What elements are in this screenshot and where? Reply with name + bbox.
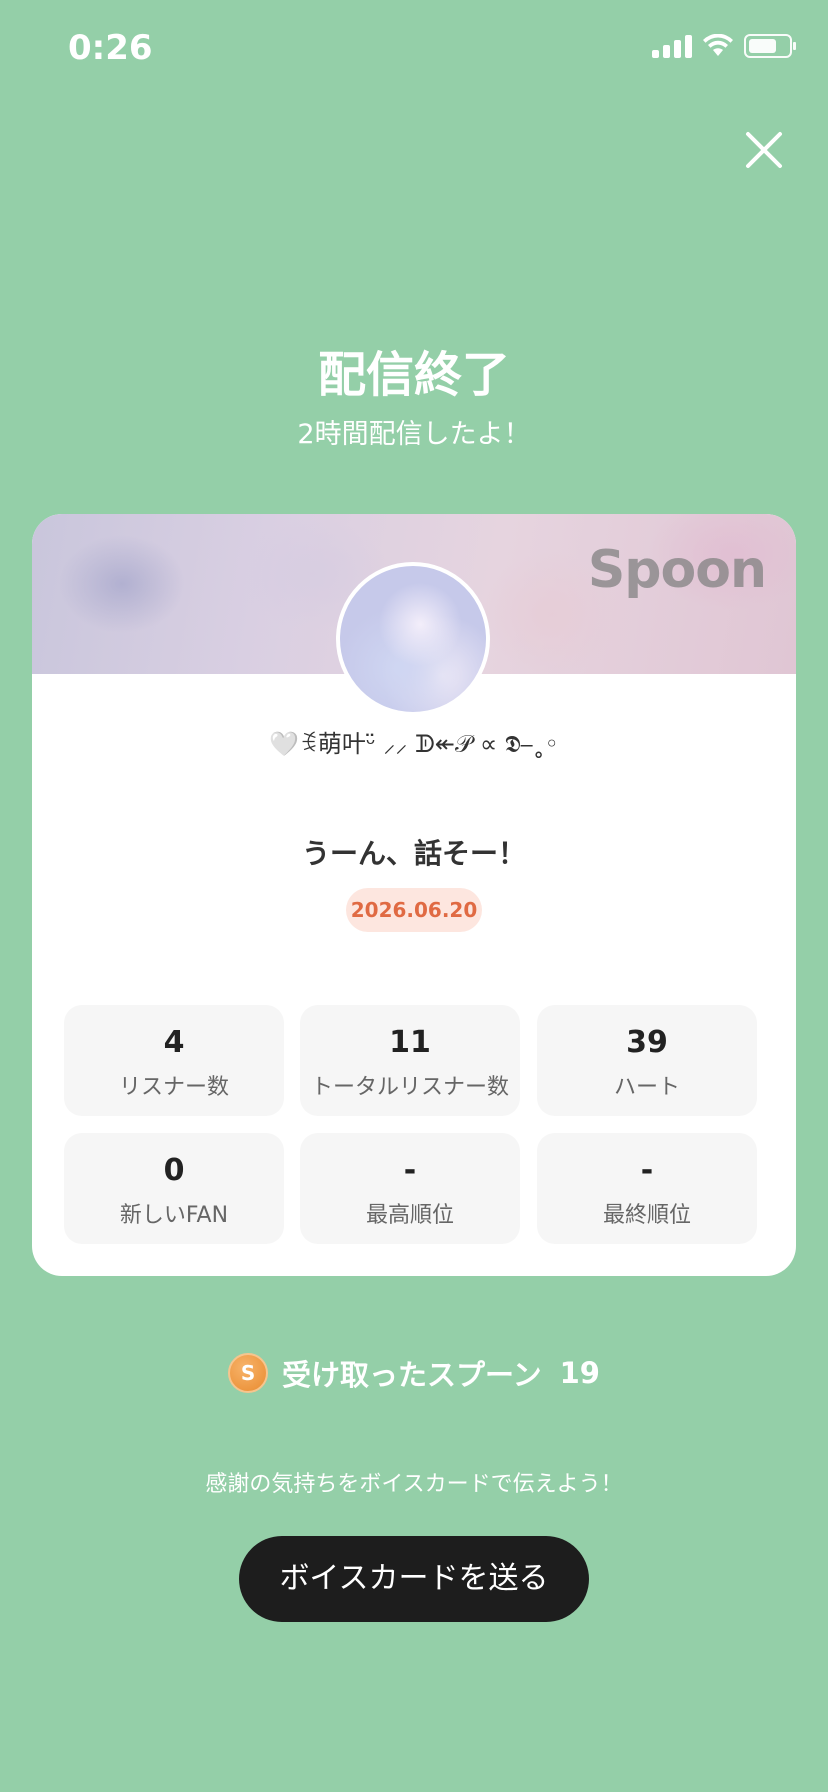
received-spoons-label: 受け取ったスプーン — [282, 1358, 542, 1392]
page-subtitle: 2時間配信したよ！ — [297, 419, 531, 450]
broadcast-title: うーん、話そー！ — [301, 837, 526, 870]
page-title: 配信終了 — [317, 347, 510, 403]
stat-label: ハート — [613, 1075, 680, 1100]
stat-value: 11 — [389, 1025, 431, 1060]
thanks-message: 感謝の気持ちをボイスカードで伝えよう！ — [205, 1472, 623, 1497]
send-voice-card-button[interactable]: ボイスカードを送る — [239, 1536, 589, 1622]
stat-value: - — [640, 1153, 654, 1188]
stat-label: リスナー数 — [118, 1075, 229, 1100]
stat-new-fans: 0 新しいFAN — [64, 1133, 284, 1244]
date-badge: 2026.06.20 — [346, 888, 482, 932]
username: 🤍ꉂ萌叶ᵕ̈ ⸝⸝ ᗫ↞𝒫 ∝ 𝕯⎯˳◦ — [269, 730, 559, 758]
wifi-icon — [703, 34, 733, 56]
status-icons — [652, 34, 796, 58]
stat-final-rank: - 最終順位 — [537, 1133, 757, 1244]
close-icon[interactable] — [740, 126, 788, 174]
stat-label: 最高順位 — [365, 1203, 454, 1228]
status-bar: 0:26 — [0, 0, 828, 100]
stat-value: 0 — [163, 1153, 185, 1188]
battery-icon — [744, 34, 796, 58]
stat-value: - — [403, 1153, 417, 1188]
stat-value: 39 — [626, 1025, 668, 1060]
spoon-coin-icon: S — [228, 1353, 269, 1393]
stat-label: 最終順位 — [602, 1203, 691, 1228]
stat-value: 4 — [163, 1025, 185, 1060]
battery-level — [749, 39, 777, 53]
received-spoons-count: 19 — [559, 1356, 600, 1390]
stat-listeners: 4 リスナー数 — [64, 1005, 284, 1116]
signal-icon — [652, 34, 692, 58]
stat-total-listeners: 11 トータルリスナー数 — [300, 1005, 520, 1116]
stat-highest-rank: - 最高順位 — [300, 1133, 520, 1244]
status-time: 0:26 — [68, 28, 153, 68]
avatar[interactable] — [336, 562, 490, 716]
spoon-logo: Spoon — [587, 540, 767, 600]
received-spoons: S 受け取ったスプーン 19 — [0, 1352, 828, 1394]
stat-label: 新しいFAN — [119, 1203, 229, 1228]
stat-label: トータルリスナー数 — [310, 1075, 509, 1100]
stat-hearts: 39 ハート — [537, 1005, 757, 1116]
broadcast-summary-card: Spoon 🤍ꉂ萌叶ᵕ̈ ⸝⸝ ᗫ↞𝒫 ∝ 𝕯⎯˳◦ うーん、話そー！ 2026… — [32, 514, 796, 1276]
